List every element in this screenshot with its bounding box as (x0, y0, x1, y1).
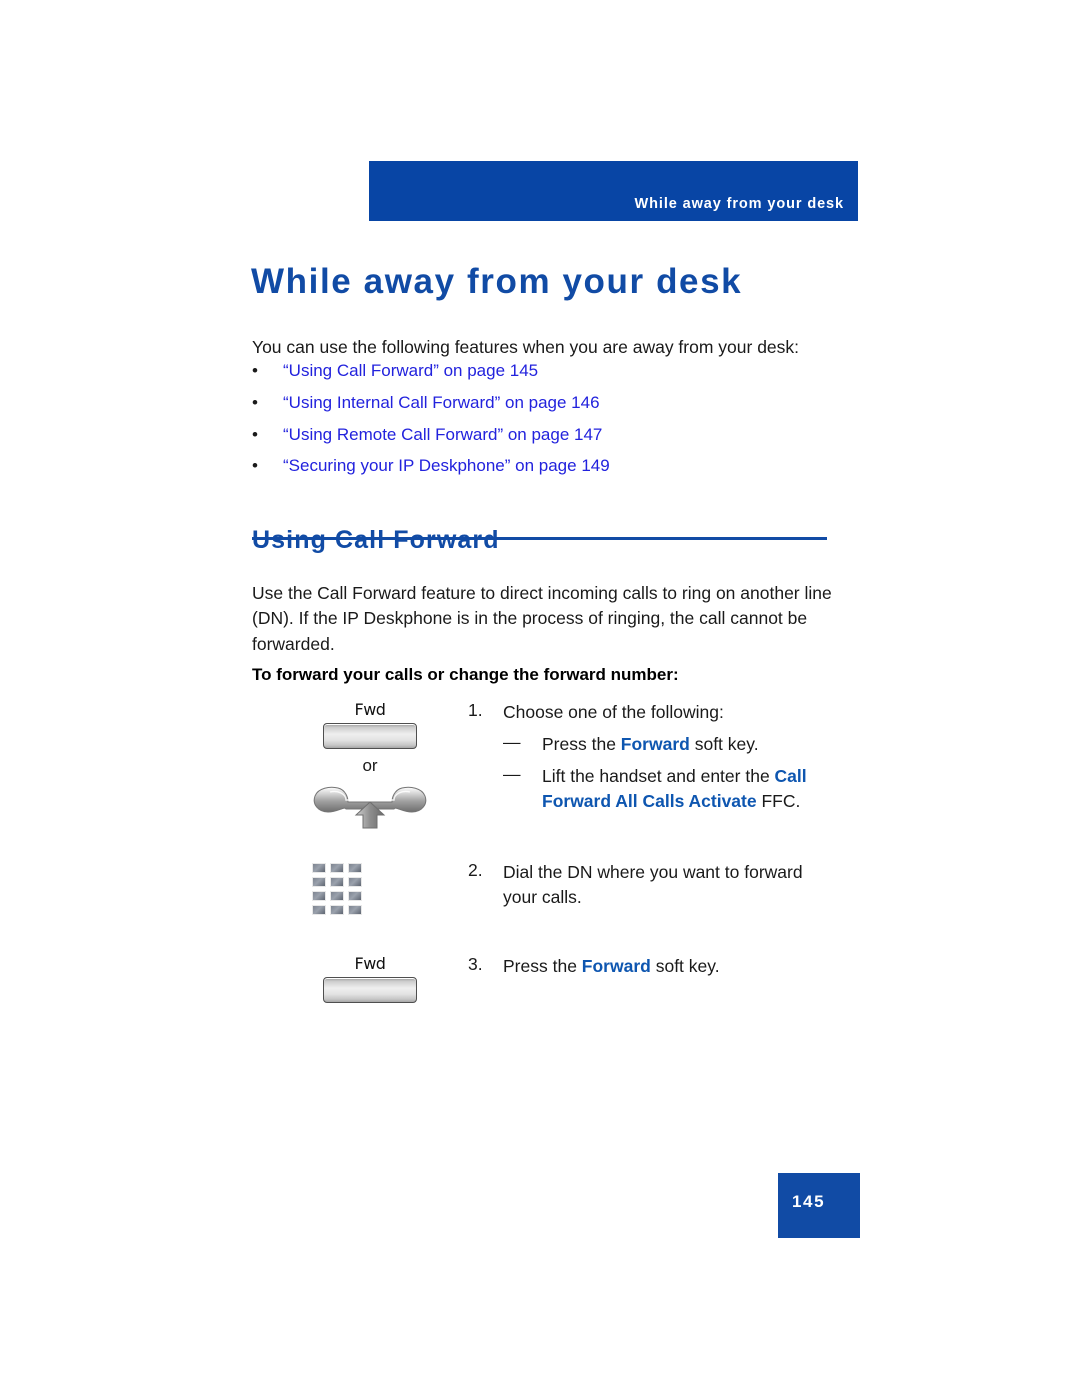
step-number: 3. (468, 954, 483, 974)
dialpad-key (330, 877, 344, 887)
forward-softkey-icon[interactable]: Fwd (312, 700, 428, 749)
cross-reference-link[interactable]: “Using Call Forward” on page 145 (283, 361, 538, 381)
dialpad-key (348, 877, 362, 887)
handset-svg (313, 786, 427, 829)
step-prefix: Press the (503, 956, 582, 976)
dialpad-key (348, 863, 362, 873)
page-title: While away from your desk (251, 262, 743, 302)
step-text: Dial the DN where you want to forward yo… (503, 862, 803, 907)
dialpad-key (330, 905, 344, 915)
or-separator-label: or (362, 756, 378, 775)
cross-reference-link[interactable]: “Using Internal Call Forward” on page 14… (283, 393, 600, 413)
handset-lift-icon (312, 782, 428, 830)
substep-text: Lift the handset and enter the Call Forw… (542, 764, 842, 814)
substep-prefix: Press the (542, 734, 621, 754)
dialpad-key (312, 863, 326, 873)
substep-keyword: Forward (620, 734, 690, 754)
softkey-label: Fwd (354, 700, 386, 719)
step-text: Choose one of the following: (503, 702, 724, 722)
section-heading: Using Call Forward (252, 526, 500, 555)
procedure-step-1: Fwd or 1. Choose one of the following: —… (252, 700, 872, 856)
dialpad-key (312, 877, 326, 887)
running-header-text: While away from your desk (634, 196, 844, 212)
bullet-glyph: • (252, 456, 258, 476)
running-header-bar: While away from your desk (369, 161, 858, 221)
bullet-glyph: • (252, 424, 258, 444)
cross-reference-link[interactable]: “Using Remote Call Forward” on page 147 (283, 425, 602, 445)
bullet-glyph: • (252, 361, 258, 380)
dialpad-key (348, 905, 362, 915)
dialpad-key (330, 863, 344, 873)
softkey-label: Fwd (354, 954, 386, 973)
dialpad-key (330, 891, 344, 901)
dialpad-icon[interactable] (312, 863, 362, 915)
dialpad-key (348, 891, 362, 901)
procedure-step-3: Fwd 3. Press the Forward soft key. (252, 954, 872, 1034)
page-number: 145 (792, 1192, 826, 1211)
substep-prefix: Lift the handset and enter the (542, 766, 775, 786)
list-item[interactable]: • “Using Remote Call Forward” on page 14… (252, 425, 852, 457)
list-item[interactable]: • “Securing your IP Deskphone” on page 1… (252, 456, 852, 488)
step-text: Press the Forward soft key. (503, 954, 863, 979)
procedure-steps: Fwd or 1. Choose one of the following: —… (252, 700, 872, 1034)
em-dash-marker: — (503, 732, 521, 752)
substep-suffix: FFC. (756, 791, 801, 811)
softkey-button-shape[interactable] (323, 723, 417, 749)
step-number: 1. (468, 700, 483, 720)
step-2-icon-column (252, 860, 457, 915)
section-divider (252, 537, 827, 540)
list-item[interactable]: • “Using Call Forward” on page 145 (252, 361, 852, 393)
substep-suffix: soft key. (689, 734, 759, 754)
list-item[interactable]: • “Using Internal Call Forward” on page … (252, 393, 852, 425)
procedure-lead-in: To forward your calls or change the forw… (252, 665, 679, 684)
substep-text: Press the Forward soft key. (542, 732, 842, 757)
step-keyword: Forward (581, 956, 651, 976)
bullet-glyph: • (252, 392, 258, 412)
em-dash-marker: — (503, 764, 521, 784)
softkey-button-shape[interactable] (323, 977, 417, 1003)
step-suffix: soft key. (650, 956, 720, 976)
dialpad-key (312, 891, 326, 901)
page-number-block: 145 (778, 1173, 860, 1238)
section-body-paragraph: Use the Call Forward feature to direct i… (252, 582, 832, 654)
forward-softkey-icon[interactable]: Fwd (312, 954, 428, 1003)
procedure-step-2: 2. Dial the DN where you want to forward… (252, 860, 872, 950)
dialpad-key (312, 905, 326, 915)
step-number: 2. (468, 860, 483, 880)
cross-reference-list: • “Using Call Forward” on page 145 • “Us… (252, 361, 852, 488)
intro-paragraph: You can use the following features when … (252, 336, 800, 357)
cross-reference-link[interactable]: “Securing your IP Deskphone” on page 149 (283, 456, 610, 476)
